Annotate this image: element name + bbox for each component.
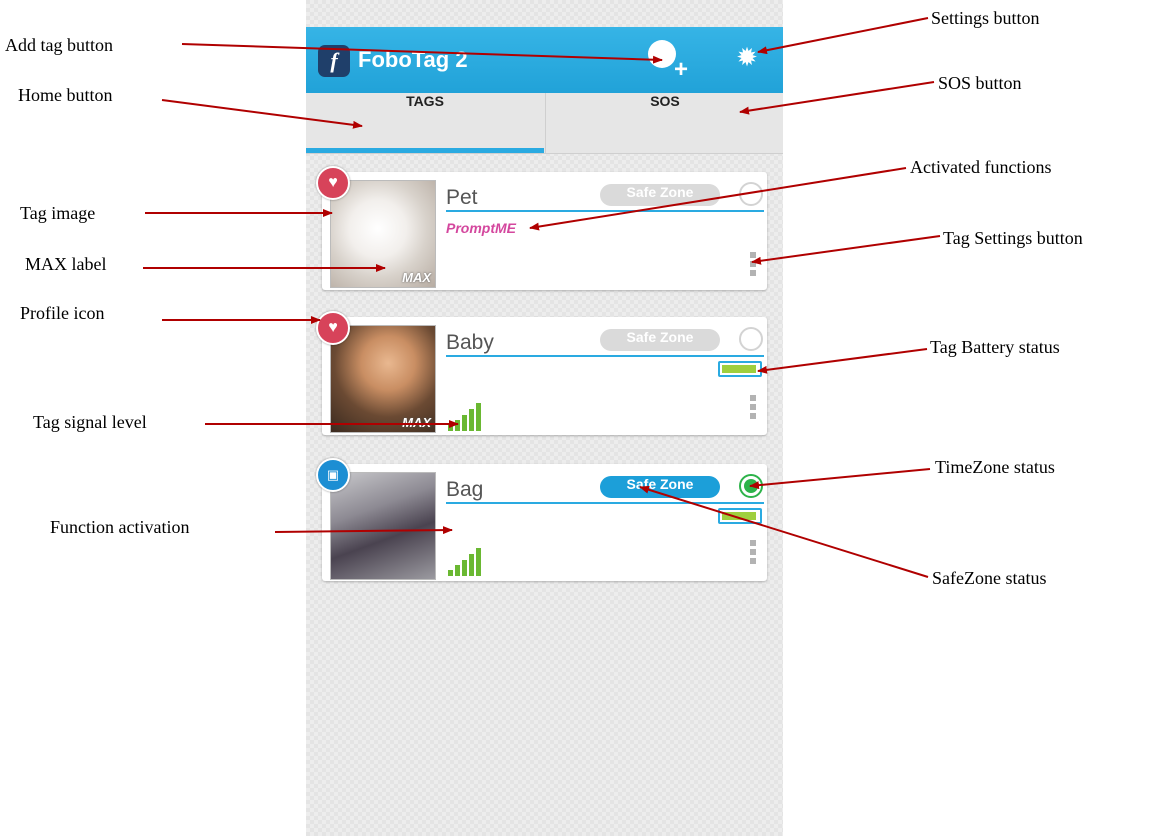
arrow-safezone	[639, 485, 929, 578]
arrow-timezone	[749, 468, 931, 490]
arrow-sos	[739, 81, 935, 115]
callout-arrows	[143, 17, 941, 578]
arrow-tag-battery	[757, 348, 928, 374]
arrow-home	[161, 99, 363, 129]
arrow-activated-functions	[529, 167, 907, 231]
arrow-tag-settings	[751, 235, 941, 265]
arrow-add-tag	[181, 43, 663, 64]
arrow-function-activation	[274, 526, 453, 535]
arrow-settings	[757, 17, 929, 55]
